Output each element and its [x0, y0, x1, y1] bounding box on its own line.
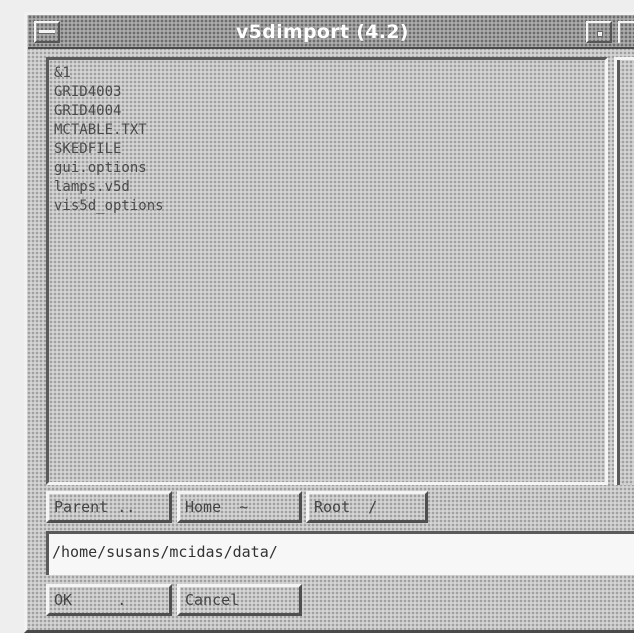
file-list-item[interactable]: gui.options: [54, 159, 605, 178]
file-list-item[interactable]: GRID4004: [54, 102, 605, 121]
file-list-item[interactable]: vis5d_options: [54, 197, 605, 216]
file-list-item[interactable]: MCTABLE.TXT: [54, 121, 605, 140]
parent-button[interactable]: Parent ..: [46, 491, 172, 523]
file-list-item[interactable]: SKEDFILE: [54, 140, 605, 159]
home-button[interactable]: Home ~: [177, 491, 302, 523]
file-list-item[interactable]: GRID4003: [54, 83, 605, 102]
maximize-icon[interactable]: [618, 21, 634, 43]
scan-margin-top: [0, 0, 634, 12]
scan-margin-left: [0, 0, 24, 633]
window-menu-icon[interactable]: [34, 21, 60, 43]
minimize-icon[interactable]: [586, 21, 612, 43]
path-input[interactable]: /home/susans/mcidas/data/: [46, 531, 634, 575]
root-button[interactable]: Root /: [306, 491, 428, 523]
file-list-item[interactable]: lamps.v5d: [54, 178, 605, 197]
window-title: v5dimport (4.2): [236, 21, 409, 43]
file-list[interactable]: &1 GRID4003 GRID4004 MCTABLE.TXT SKEDFILE gui…: [46, 57, 608, 485]
ok-button[interactable]: OK .: [46, 584, 172, 616]
title-bar[interactable]: v5dimport (4.2): [28, 15, 634, 49]
side-panel-scrollbar[interactable]: [614, 57, 634, 485]
file-list-item[interactable]: &1: [54, 64, 605, 83]
cancel-button[interactable]: Cancel: [177, 584, 302, 616]
